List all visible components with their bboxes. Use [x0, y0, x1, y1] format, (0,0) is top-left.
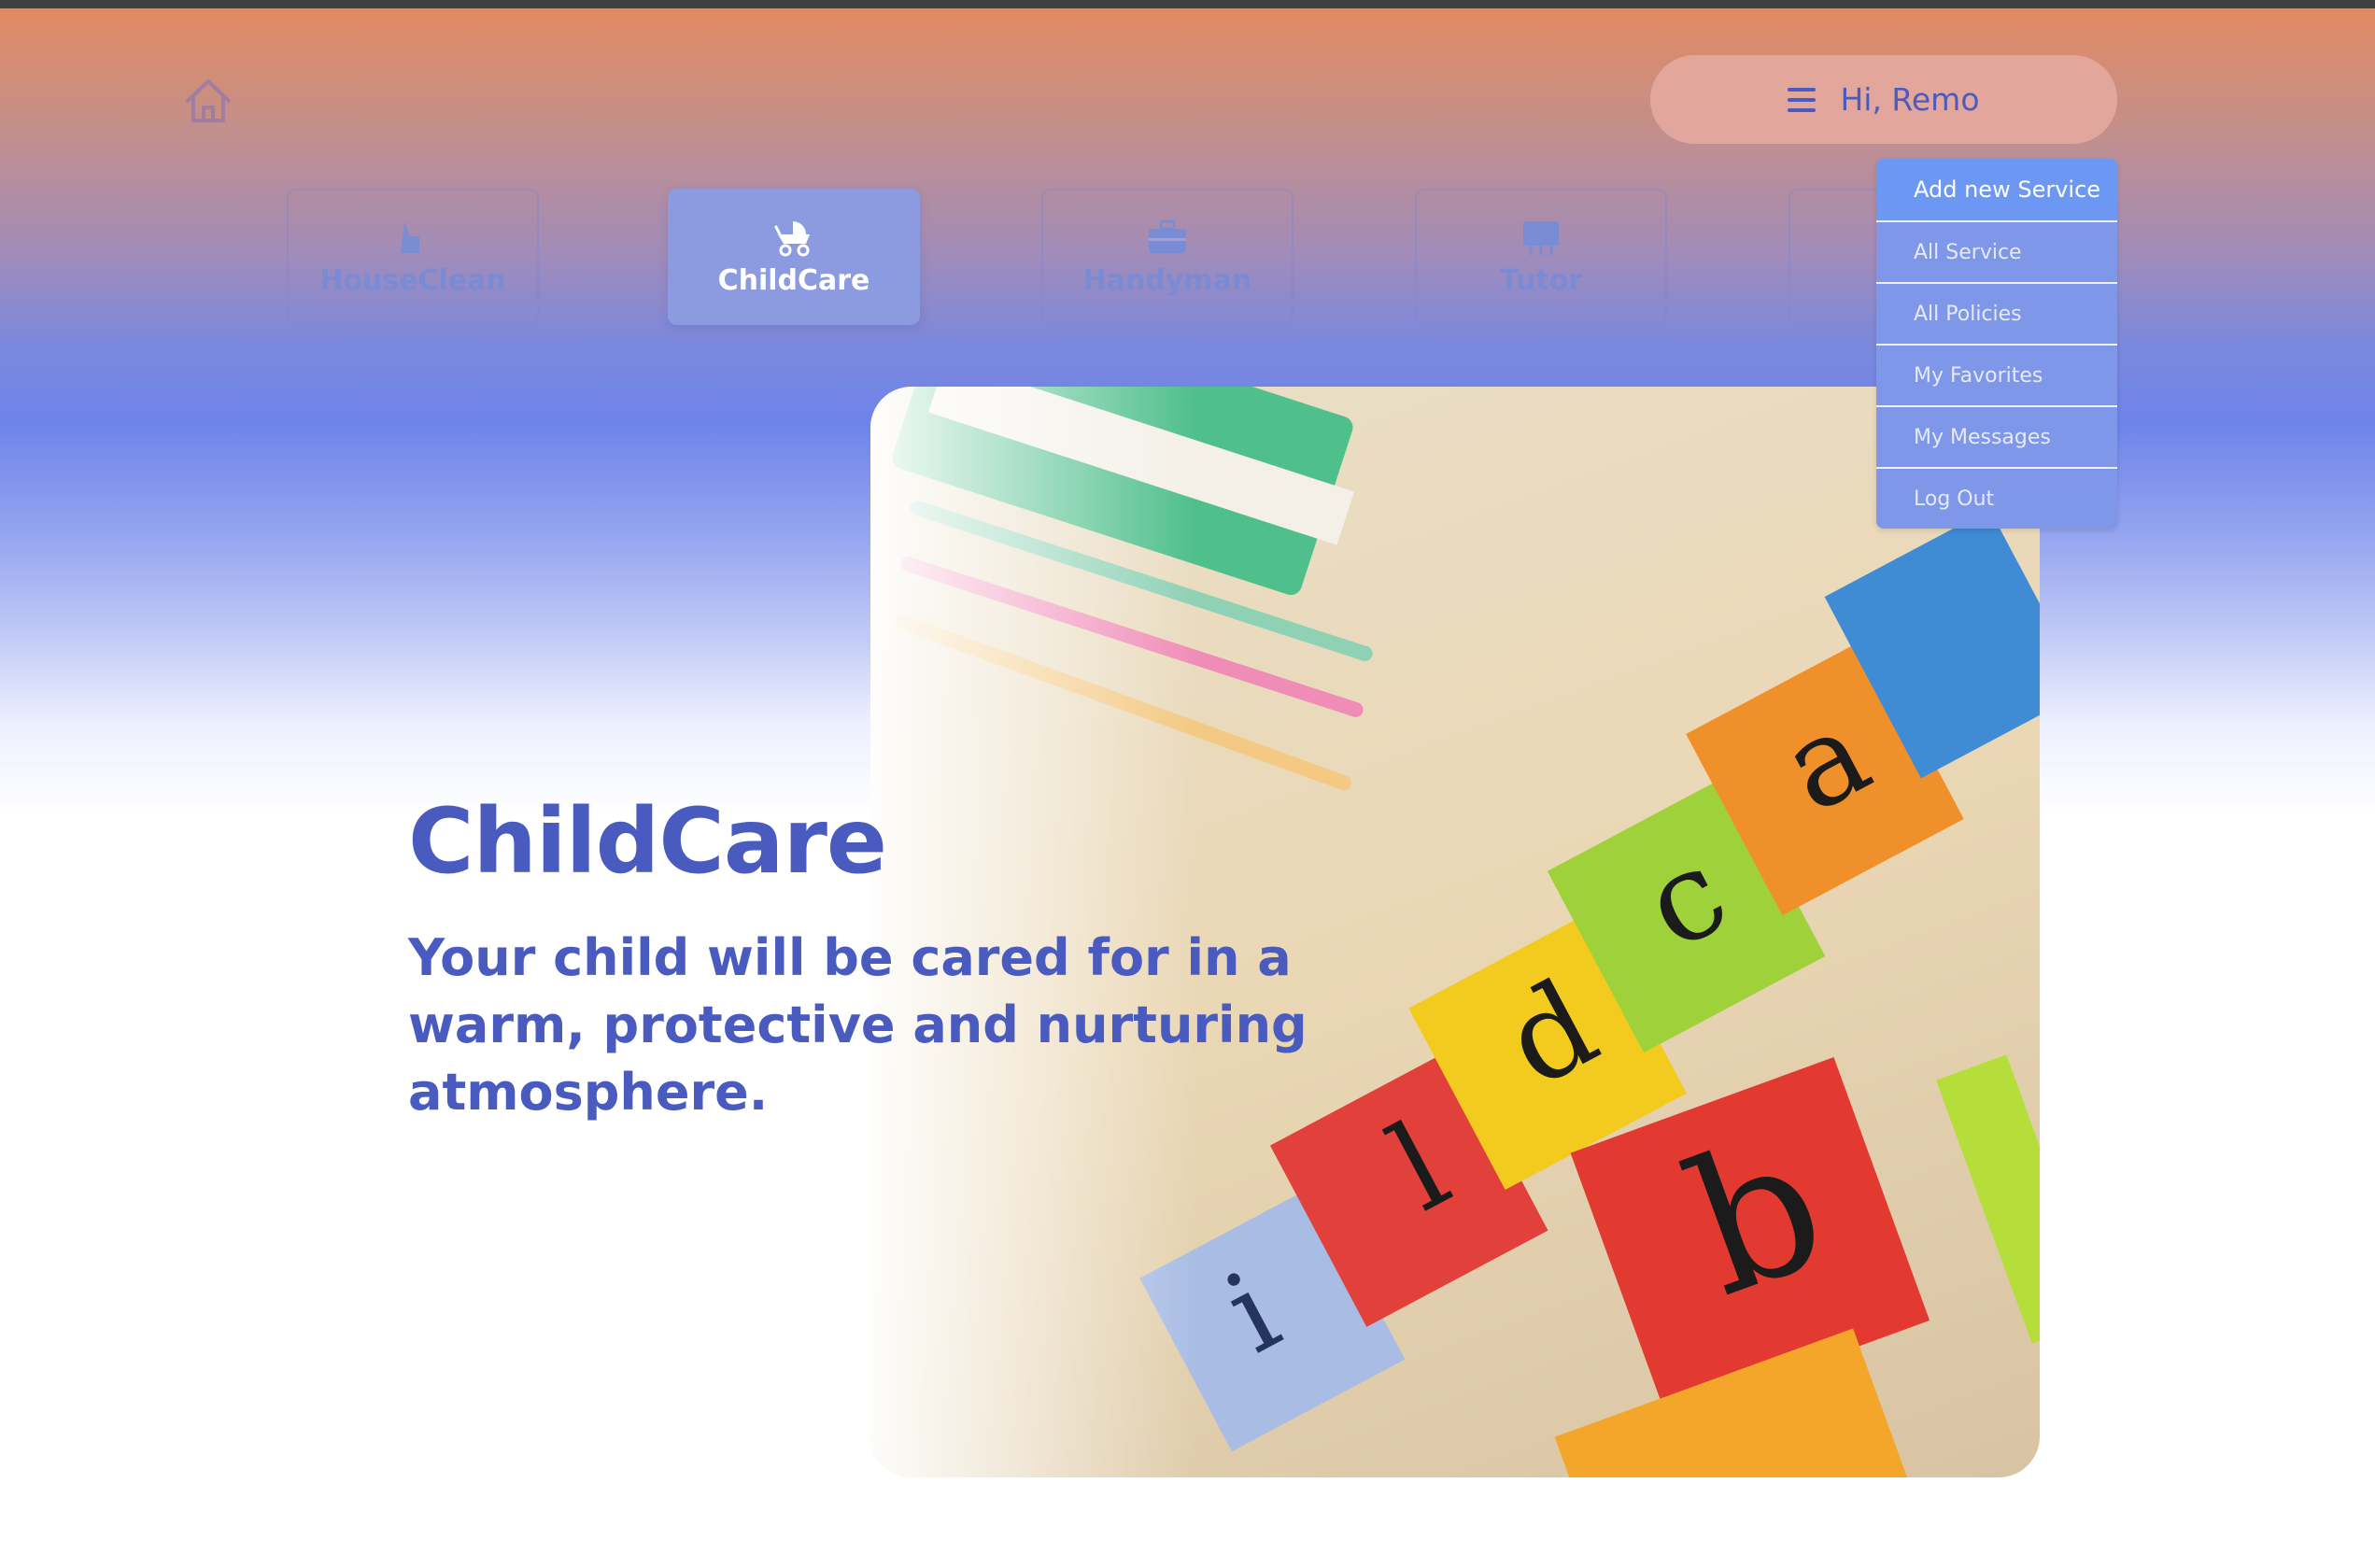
category-tutor[interactable]: Tutor — [1415, 189, 1667, 325]
home-icon — [186, 79, 231, 122]
stroller-icon — [774, 220, 810, 256]
menu-item-log-out[interactable]: Log Out — [1876, 467, 2117, 529]
user-menu-button[interactable]: Hi, Remo — [1650, 55, 2117, 144]
broom-icon — [401, 220, 419, 253]
category-label: HouseClean — [319, 263, 506, 297]
hamburger-icon — [1788, 87, 1817, 112]
menu-item-all-service[interactable]: All Service — [1876, 220, 2117, 282]
menu-item-my-messages[interactable]: My Messages — [1876, 405, 2117, 467]
page-title: ChildCare — [408, 789, 887, 894]
category-label: ChildCare — [717, 263, 870, 297]
menu-item-all-policies[interactable]: All Policies — [1876, 282, 2117, 344]
user-greeting: Hi, Remo — [1840, 81, 1980, 118]
menu-item-my-favorites[interactable]: My Favorites — [1876, 344, 2117, 405]
category-houseclean[interactable]: HouseClean — [287, 189, 539, 325]
category-label: Handyman — [1082, 263, 1252, 297]
top-border — [0, 0, 2375, 8]
user-dropdown-menu: Add new Service All Service All Policies… — [1876, 159, 2117, 529]
category-handyman[interactable]: Handyman — [1041, 189, 1294, 325]
page-subtitle: Your child will be cared for in a warm, … — [408, 928, 1308, 1122]
home-button[interactable] — [180, 73, 236, 129]
menu-item-add-new-service[interactable]: Add new Service — [1876, 159, 2117, 220]
chalkboard-icon — [1523, 220, 1559, 255]
category-childcare[interactable]: ChildCare — [668, 189, 920, 325]
category-label: Tutor — [1499, 263, 1583, 297]
toolbox-icon — [1149, 219, 1186, 253]
